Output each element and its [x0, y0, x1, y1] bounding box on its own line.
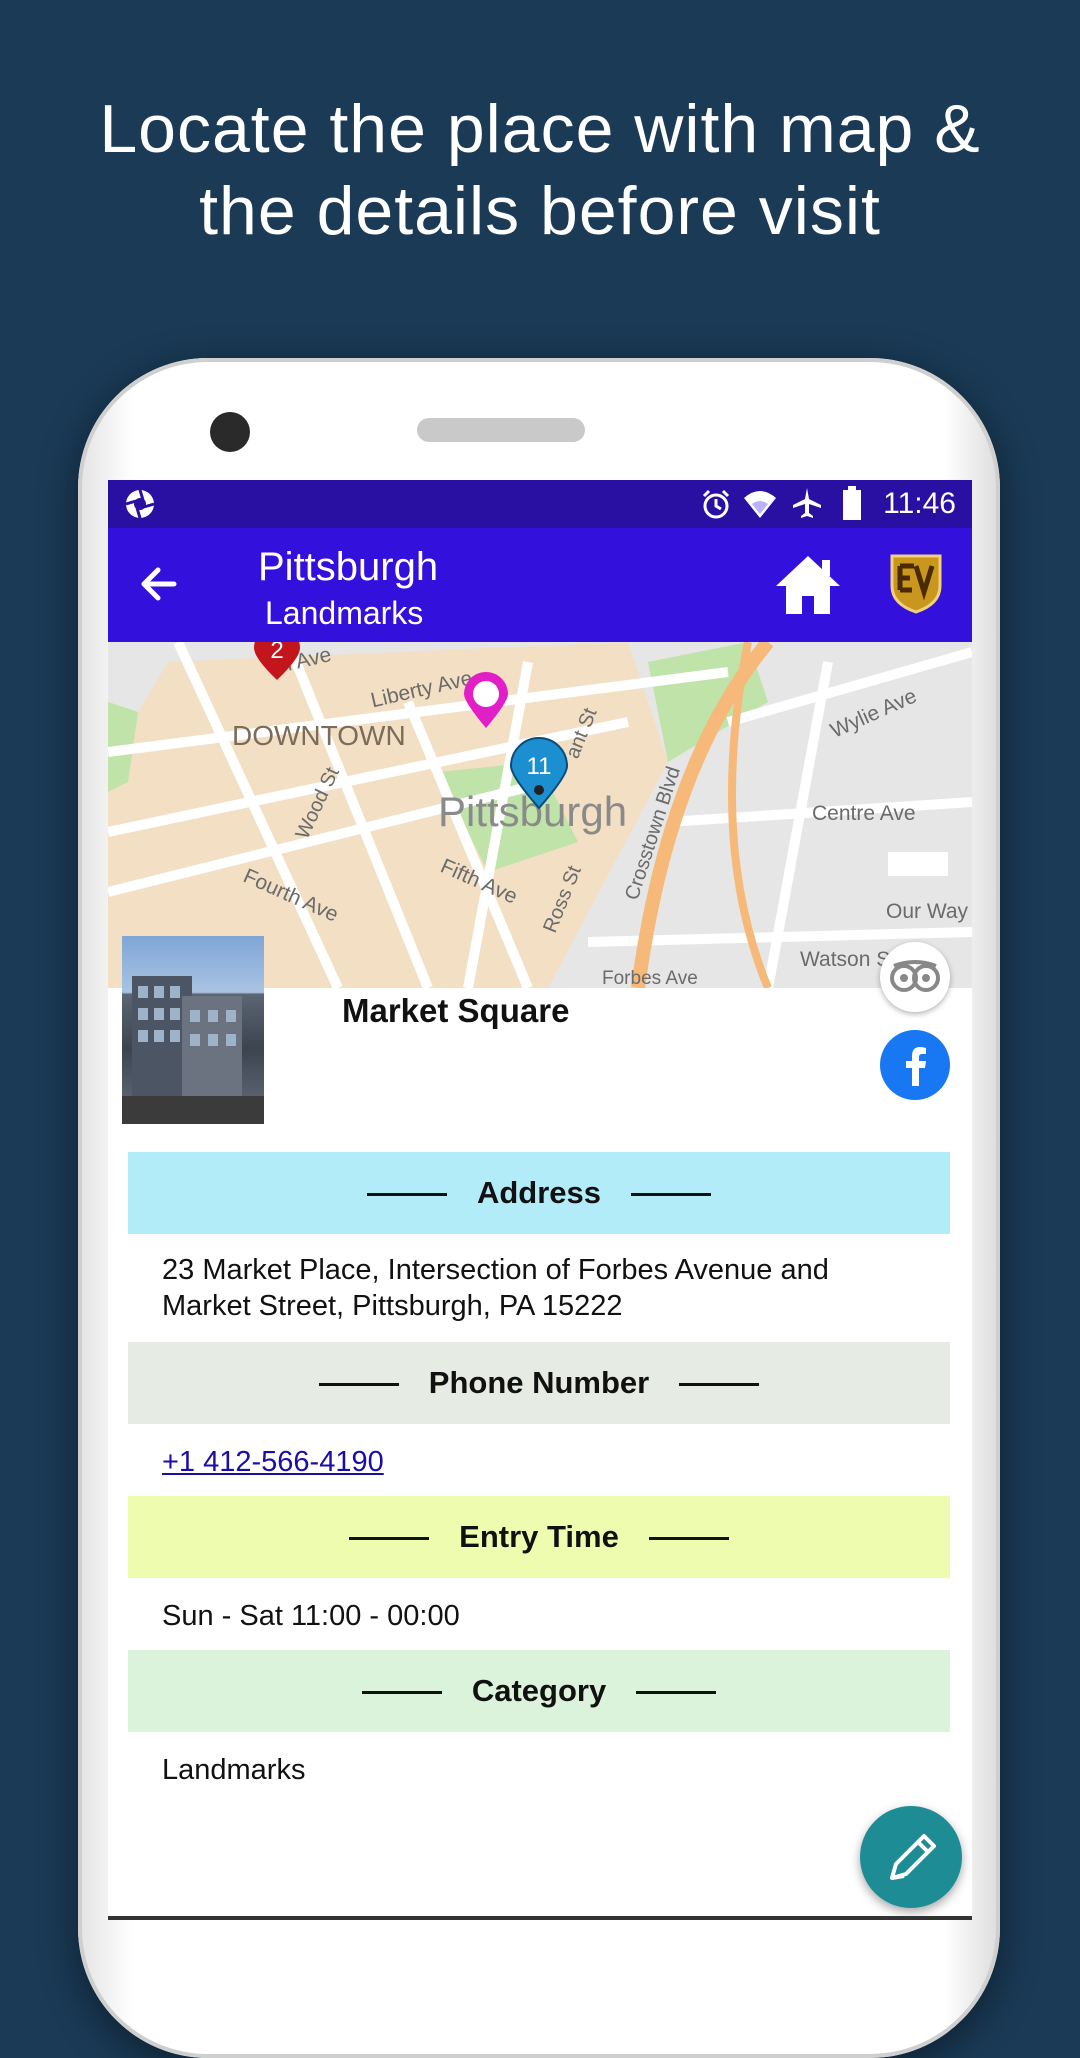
status-time: 11:46 — [883, 487, 956, 520]
map-marker-pink[interactable] — [461, 672, 511, 730]
category-text: Landmarks — [162, 1754, 306, 1786]
map-label-forbes: Forbes Ave — [602, 968, 698, 988]
divider-right — [648, 1537, 729, 1541]
status-bar: 11:46 — [108, 480, 972, 528]
facebook-button[interactable] — [880, 1030, 950, 1100]
promo-line-2: the details before visit — [199, 173, 881, 249]
phone-header: Phone Number — [128, 1342, 950, 1424]
divider-right — [631, 1193, 712, 1197]
alarm-icon — [702, 489, 730, 519]
phone-speaker — [417, 418, 585, 442]
pencil-icon — [890, 1834, 936, 1880]
phone-heading: Phone Number — [428, 1365, 650, 1400]
home-icon[interactable] — [772, 552, 844, 618]
divider-left — [318, 1383, 399, 1387]
owl-icon — [890, 960, 940, 992]
airplane-icon — [793, 488, 821, 518]
facebook-icon — [906, 1047, 926, 1086]
map-marker-blue-count: 11 — [527, 753, 552, 780]
place-photo[interactable] — [122, 936, 264, 1124]
divider-left — [349, 1537, 430, 1541]
address-line-2: Market Street, Pittsburgh, PA 15222 — [162, 1290, 623, 1322]
aperture-icon — [125, 489, 155, 519]
category-header: Category — [128, 1650, 950, 1732]
entry-header: Entry Time — [128, 1496, 950, 1578]
divider-left — [366, 1193, 447, 1197]
back-arrow-icon[interactable] — [134, 558, 186, 610]
map-marker-red-count: 2 — [270, 642, 283, 664]
promo-headline: Locate the place with map & the details … — [0, 88, 1080, 252]
map-label-ourway: Our Way — [886, 900, 969, 923]
map-label-watson: Watson S — [800, 948, 891, 971]
bottom-divider — [108, 1916, 972, 1920]
phone-camera — [210, 412, 250, 452]
app-bar: Pittsburgh Landmarks — [108, 528, 972, 642]
map-label-centre: Centre Ave — [812, 802, 916, 825]
phone-link[interactable]: +1 412-566-4190 — [162, 1446, 384, 1478]
phone-text: +1 412-566-4190 — [162, 1444, 922, 1480]
app-title: Pittsburgh — [258, 545, 439, 589]
address-heading: Address — [476, 1175, 602, 1210]
battery-icon — [843, 486, 861, 520]
address-line-1: 23 Market Place, Intersection of Forbes … — [162, 1254, 829, 1286]
category-heading: Category — [471, 1673, 607, 1708]
map-marker-red[interactable]: 2 — [248, 642, 306, 682]
address-text: 23 Market Place, Intersection of Forbes … — [162, 1252, 922, 1324]
entry-heading: Entry Time — [459, 1519, 619, 1554]
wifi-icon — [744, 491, 776, 518]
brand-logo-icon[interactable] — [886, 552, 946, 614]
promo-line-1: Locate the place with map & — [99, 91, 981, 167]
place-name: Market Square — [342, 992, 570, 1029]
divider-left — [361, 1691, 442, 1695]
app-subtitle: Landmarks — [265, 595, 424, 631]
tripadvisor-button[interactable] — [880, 942, 950, 1012]
divider-right — [636, 1691, 717, 1695]
address-header: Address — [128, 1152, 950, 1234]
entry-time-text: Sun - Sat 11:00 - 00:00 — [162, 1600, 460, 1632]
edit-fab-button[interactable] — [860, 1806, 962, 1908]
map-marker-blue[interactable]: 11 — [508, 736, 570, 810]
map-label-downtown: DOWNTOWN — [232, 720, 406, 751]
app-screen: 11:46 Pittsburgh Landmarks DOWNTOWN Pitt… — [108, 480, 972, 1920]
divider-right — [679, 1383, 760, 1387]
